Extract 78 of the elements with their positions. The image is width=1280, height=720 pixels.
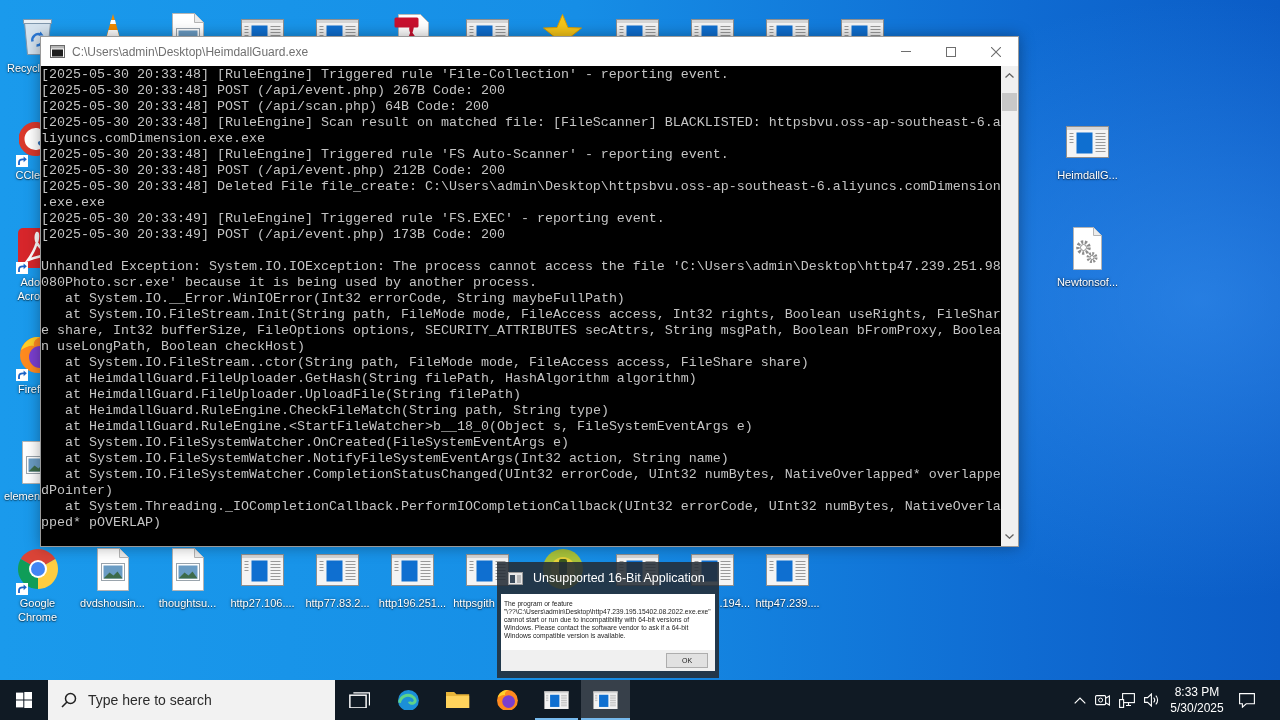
wave-globe-icon[interactable] [398, 689, 420, 711]
console-line: [2025-05-30 20:33:49] [RuleEngine] Triggered rule 'FS.EXEC' - reporting event. [41, 211, 665, 227]
icon-label[interactable]: thoughtsu... [158, 596, 217, 610]
video-camera-icon[interactable] [1094, 692, 1110, 708]
search-icon [61, 692, 77, 708]
console-line: at System.IO.FileSystemWatcher.OnCreated(FileSystemEventArgs e) [65, 435, 569, 451]
task-view-icon[interactable] [348, 691, 371, 709]
program-window-icon[interactable] [593, 690, 618, 710]
document-icon[interactable] [394, 13, 429, 36]
icon-label[interactable]: elemen [3, 489, 40, 503]
icon-label[interactable]: Google Chrome [1, 596, 74, 624]
icon-label[interactable]: .194... [719, 596, 750, 610]
icon-label[interactable]: Firef [18, 382, 40, 396]
image-file-icon[interactable] [97, 547, 129, 591]
console-line: e share, Int32 bufferSize, FileOptions options, SECURITY_ATTRIBUTES secAttrs, String msgPath, Boolean bFromProxy, Boolea [41, 323, 1001, 339]
console-line: [2025-05-30 20:33:48] POST (/api/event.php) 212B Code: 200 [41, 163, 505, 179]
clock-date[interactable]: 5/30/2025 [1170, 700, 1224, 716]
console-line: [2025-05-30 20:33:49] POST (/api/event.php) 173B Code: 200 [41, 227, 505, 243]
console-line: at System.Threading._IOCompletionCallback.PerformIOCompletionCallback(UInt32 errorCode, UInt32 numBytes, NativeOverla [65, 499, 1001, 515]
console-line: at HeimdallGuard.RuleEngine.<StartFileWatcher>b__18_0(Object s, FileSystemEventArgs e) [65, 419, 753, 435]
icon-label[interactable]: CCle [15, 168, 40, 182]
console-line: dPointer) [41, 483, 113, 499]
scrollbar-thumb[interactable] [1002, 93, 1017, 111]
image-file-icon[interactable] [22, 440, 40, 484]
window-title: C:\Users\admin\Desktop\HeimdallGuard.exe [72, 44, 309, 59]
clock-time[interactable]: 8:33 PM [1174, 684, 1220, 700]
icon-label[interactable]: Recycl [7, 61, 40, 75]
console-line: at System.IO.FileStream.Init(String path, FileMode mode, FileAccess access, Int32 rights, Boolean useRights, FileShar [65, 307, 1001, 323]
maximize-icon[interactable] [945, 46, 956, 57]
scrollbar[interactable] [1001, 66, 1018, 546]
console-line: liyuncs.comDimension.exe.exe [41, 131, 265, 147]
image-file-icon[interactable] [172, 12, 204, 36]
chevron-down-icon[interactable] [1005, 534, 1014, 539]
console-line: n useLongPath, Boolean checkHost) [41, 339, 305, 355]
console-line: pped* pOVERLAP) [41, 515, 161, 531]
star-icon[interactable] [543, 13, 582, 36]
circle-logo-icon[interactable] [17, 549, 58, 589]
icon-label[interactable]: http77.83.2... [305, 596, 370, 610]
notification-icon[interactable] [1239, 692, 1255, 708]
icon-label[interactable]: dvdshousin... [80, 596, 145, 610]
icon-label[interactable]: Newtonsof... [1056, 275, 1119, 289]
console-line: at System.IO.FileStream..ctor(String path, FileMode mode, FileAccess access, FileShare share) [65, 355, 809, 371]
console-line: at System.IO.FileSystemWatcher.CompletionStatusChanged(UInt32 errorCode, UInt32 numBytes, NativeOverlapped* overlappe [65, 467, 1001, 483]
volume-icon[interactable] [1143, 693, 1160, 707]
console-line: [2025-05-30 20:33:48] [RuleEngine] Scan result on matched file: [FileScanner] BLACKLISTED: httpsbvu.oss-ap-southeast-6.a [41, 115, 1001, 131]
folder-icon[interactable] [446, 691, 470, 709]
console-line: [2025-05-30 20:33:48] POST (/api/scan.php) 64B Code: 200 [41, 99, 489, 115]
icon-label[interactable]: http196.251... [378, 596, 447, 610]
console-line: at System.IO.FileSystemWatcher.NotifyFileSystemEventArgs(Int32 action, String name) [65, 451, 729, 467]
icon-label[interactable]: httpsgith [450, 596, 498, 610]
program-window-icon[interactable] [543, 690, 569, 710]
preview-title: Unsupported 16-Bit Application [533, 571, 705, 585]
console-line: [2025-05-30 20:33:48] POST (/api/event.php) 267B Code: 200 [41, 83, 505, 99]
console-line: at HeimdallGuard.FileUploader.GetHash(String filePath, HashAlgorithm algorithm) [65, 371, 697, 387]
console-line: .exe.exe [41, 195, 105, 211]
image-file-icon[interactable] [172, 547, 204, 591]
console-line: at HeimdallGuard.FileUploader.UploadFile(String filePath) [65, 387, 521, 403]
console-line: [2025-05-30 20:33:48] [RuleEngine] Triggered rule 'FS Auto-Scanner' - reporting event. [41, 147, 729, 163]
taskbar-button[interactable] [580, 680, 631, 720]
console-line: Unhandled Exception: System.IO.IOException: The process cannot access the file 'C:\Users\admin\Desktop\http47.239.251.98 [41, 259, 1001, 275]
gear-file-icon[interactable] [1073, 226, 1102, 270]
icon-label[interactable]: http47.239.... [755, 596, 820, 610]
console-line: [2025-05-30 20:33:48] [RuleEngine] Triggered rule 'File-Collection' - reporting event. [41, 67, 729, 83]
window-preview-tooltip[interactable] [497, 562, 719, 678]
windows-logo-icon [16, 692, 32, 708]
minimize-icon[interactable] [900, 51, 911, 52]
console-line: at HeimdallGuard.RuleEngine.CheckFileMatch(String path, String type) [65, 403, 609, 419]
icon-label[interactable]: HeimdallG... [1057, 168, 1118, 182]
icon-label[interactable]: http27.106.... [230, 596, 295, 610]
console-icon [50, 45, 65, 58]
close-icon[interactable] [990, 46, 1001, 57]
network-icon[interactable] [1118, 692, 1135, 708]
console-line: at System.IO.__Error.WinIOError(Int32 errorCode, String maybeFullPath) [65, 291, 625, 307]
flame-globe-icon[interactable] [496, 689, 518, 711]
console-line: [2025-05-30 20:33:48] Deleted File file_create: C:\Users\admin\Desktop\httpsbvu.oss-ap-southeast-6.aliyuncs.comDimension [41, 179, 1001, 195]
swirl-tile-icon[interactable] [17, 228, 40, 268]
icon-label[interactable]: Ado Acro [0, 275, 40, 303]
console-line: 080Photo.scr.exe' because it is being used by another process. [41, 275, 537, 291]
